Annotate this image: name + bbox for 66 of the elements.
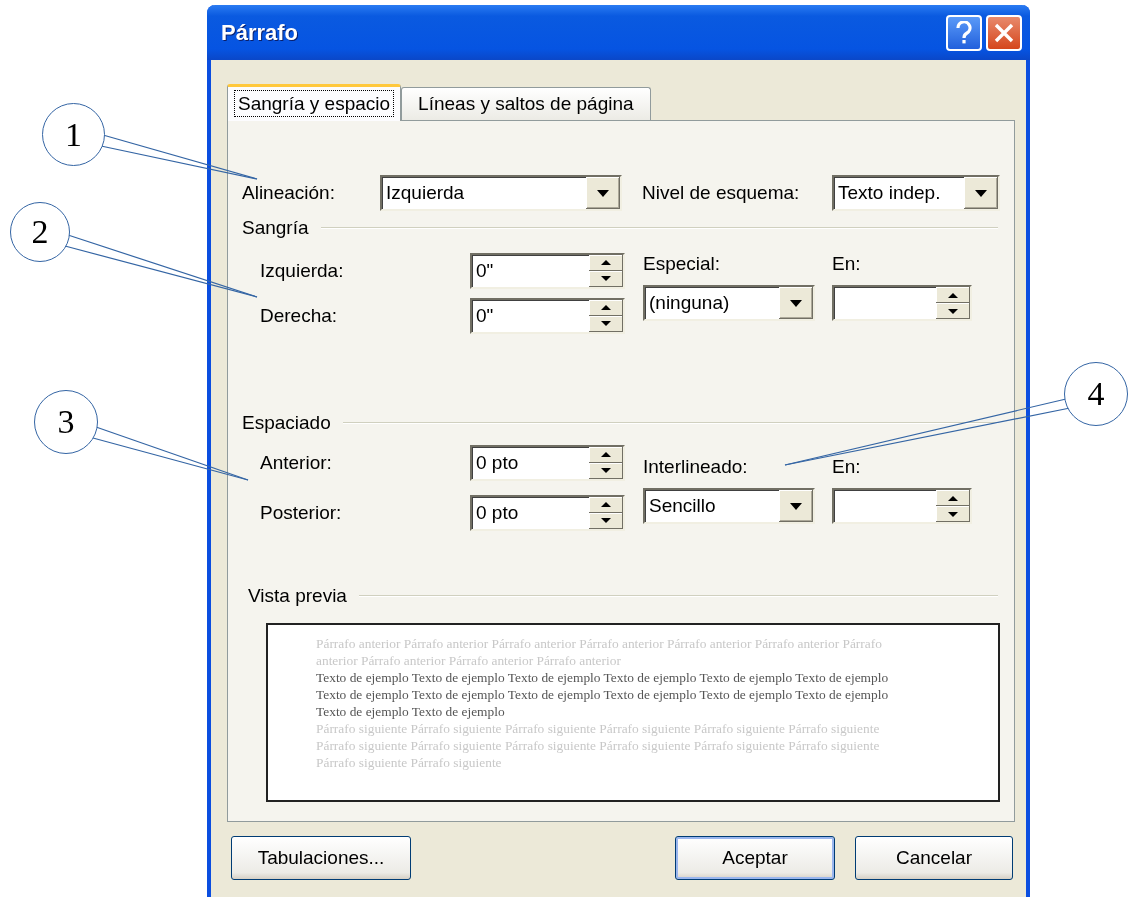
line-spacing-dropdown[interactable]: Sencillo — [643, 488, 815, 524]
spin-up-button[interactable] — [936, 287, 970, 303]
spin-up-button[interactable] — [936, 490, 970, 506]
dropdown-arrow-icon — [975, 189, 987, 197]
up-arrow-icon — [948, 292, 958, 298]
up-arrow-icon — [948, 495, 958, 501]
field-label: Especial: — [643, 253, 722, 275]
tab[interactable]: Sangría y espacio — [227, 84, 402, 121]
spin-field[interactable]: 0" — [470, 297, 625, 334]
spin-up-button[interactable] — [589, 299, 623, 316]
group-title: Espaciado — [242, 412, 331, 434]
field-label: Derecha: — [260, 304, 339, 327]
spin-up-button[interactable] — [589, 496, 623, 513]
dialog-button[interactable]: Aceptar — [675, 836, 835, 880]
down-arrow-icon — [601, 321, 611, 326]
up-arrow-icon — [601, 452, 611, 457]
help-button[interactable] — [946, 14, 982, 51]
field-label: Anterior: — [260, 451, 333, 474]
down-arrow-icon — [948, 308, 958, 314]
spin-up-button[interactable] — [589, 254, 623, 271]
dropdown-button[interactable] — [586, 177, 620, 209]
window-title: Párrafo — [221, 19, 300, 46]
spin-field[interactable] — [832, 488, 972, 524]
spin-down-button[interactable] — [936, 506, 970, 522]
dialog-button[interactable]: Cancelar — [855, 836, 1013, 880]
spin-field[interactable]: 0 pto — [470, 494, 625, 531]
dialog-button[interactable]: Tabulaciones... — [231, 836, 411, 880]
up-arrow-icon — [601, 260, 611, 265]
callout-number: 1 — [42, 103, 105, 166]
group-title: Vista previa — [248, 585, 347, 607]
spin-field[interactable] — [832, 285, 972, 321]
field-label: Interlineado: — [643, 456, 749, 478]
down-arrow-icon — [601, 276, 611, 281]
dropdown-arrow-icon — [597, 189, 609, 197]
close-button[interactable] — [986, 14, 1022, 51]
help-icon — [956, 20, 972, 45]
callout-number: 3 — [34, 390, 98, 454]
down-arrow-icon — [601, 468, 611, 473]
down-arrow-icon — [948, 511, 958, 517]
spin-field[interactable]: 0" — [470, 252, 625, 289]
field-label: En: — [832, 456, 862, 478]
field-label: Posterior: — [260, 501, 343, 524]
spin-up-button[interactable] — [589, 446, 623, 463]
spin-down-button[interactable] — [936, 303, 970, 319]
dropdown-button[interactable] — [964, 177, 998, 209]
tab[interactable]: Líneas y saltos de página — [401, 87, 651, 120]
callout-number: 2 — [10, 202, 70, 262]
dropdown-arrow-icon — [790, 502, 802, 510]
outline-level-dropdown[interactable]: Texto indep. — [832, 175, 1000, 211]
up-arrow-icon — [601, 305, 611, 310]
group-title: Sangría — [242, 217, 309, 239]
callout-number: 4 — [1064, 362, 1128, 426]
field-label: Alineación: — [242, 182, 336, 204]
field-label: En: — [832, 253, 862, 275]
down-arrow-icon — [601, 518, 611, 523]
dropdown-button[interactable] — [779, 287, 813, 319]
alignment-dropdown[interactable]: Izquierda — [380, 175, 622, 211]
up-arrow-icon — [601, 502, 611, 507]
dropdown-arrow-icon — [790, 299, 802, 307]
dropdown-button[interactable] — [779, 490, 813, 522]
field-label: Nivel de esquema: — [642, 182, 801, 204]
special-indent-dropdown[interactable]: (ninguna) — [643, 285, 815, 321]
field-label: Izquierda: — [260, 259, 345, 282]
preview-text: Texto de ejemplo Texto de ejemplo Texto de ejemplo Texto de ejemplo Texto de ejemplo Texto de ejemplo Texto de ejemplo Texto de ejemplo Texto de ejemplo Texto de ejemplo Texto de ejemplo Texto de ejemplo Texto de ejemplo Texto de ejemplo — [316, 669, 890, 720]
spin-field[interactable]: 0 pto — [470, 444, 625, 481]
close-icon — [994, 22, 1014, 43]
